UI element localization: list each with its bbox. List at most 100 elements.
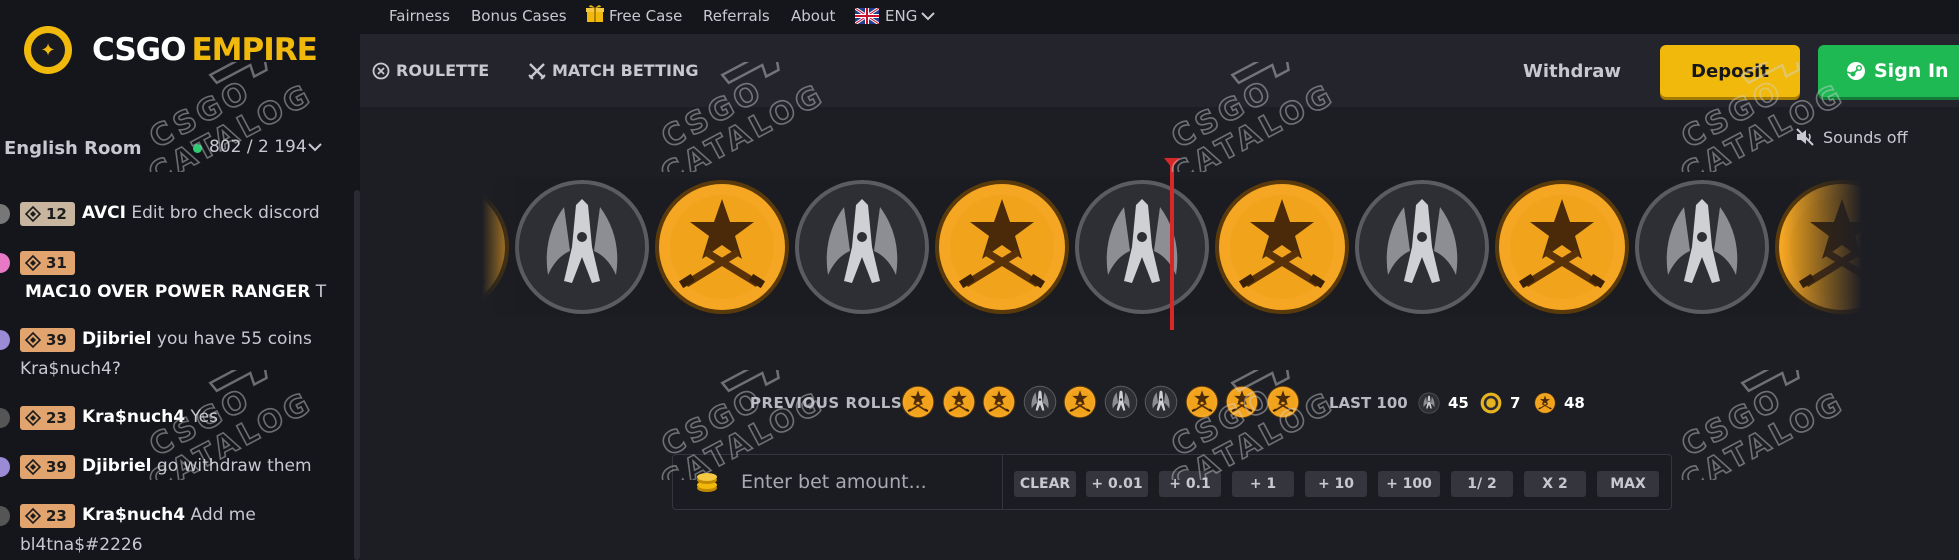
logo-word-1: CSGO <box>92 32 186 68</box>
t-coin-icon <box>652 177 792 317</box>
gift-icon <box>586 5 604 22</box>
close-circle-icon <box>372 62 390 79</box>
chat-username[interactable]: Djibriel <box>82 456 152 476</box>
online-status-icon <box>193 144 202 153</box>
nav-link-bonus-cases[interactable]: Bonus Cases <box>471 7 567 25</box>
level-badge: 23 <box>20 406 75 430</box>
crossed-swords-icon <box>528 62 546 80</box>
withdraw-button[interactable]: Withdraw <box>1523 61 1621 82</box>
ct-coin-icon <box>1023 385 1057 419</box>
online-count: 802 / 2 194 <box>209 137 307 157</box>
avatar[interactable] <box>0 204 10 224</box>
level-diamond-icon <box>25 206 41 222</box>
avatar[interactable] <box>0 253 10 273</box>
level-badge: 39 <box>20 328 75 352</box>
roulette-marker <box>1170 162 1174 330</box>
chat-username[interactable]: Kra$nuch4 <box>82 505 185 525</box>
avatar[interactable] <box>0 457 10 477</box>
coins-icon <box>697 473 717 492</box>
bet-amount-input[interactable] <box>741 465 991 499</box>
chat-username[interactable]: MAC10 OVER POWER RANGER <box>25 282 310 302</box>
level-diamond-icon <box>25 508 41 524</box>
match-betting-button[interactable]: MATCH BETTING <box>528 61 698 80</box>
last-100-t-count: 48 <box>1564 394 1585 412</box>
chevron-down-icon[interactable] <box>920 8 936 24</box>
steam-icon <box>1846 62 1865 80</box>
deposit-button[interactable]: Deposit <box>1660 45 1800 97</box>
t-coin-icon <box>942 385 976 419</box>
top-nav: Fairness Bonus Cases Free Case Referrals… <box>360 0 1959 34</box>
t-coin-icon <box>1063 385 1097 419</box>
bet-clear-button[interactable]: CLEAR <box>1014 471 1076 497</box>
level-badge: 23 <box>20 504 75 528</box>
level-diamond-icon <box>25 410 41 426</box>
header-bar: ROULETTE MATCH BETTING Withdraw Deposit … <box>360 34 1959 107</box>
last-100-bonus-count: 7 <box>1510 394 1521 412</box>
deposit-label: Deposit <box>1691 60 1769 82</box>
chat-username[interactable]: AVCI <box>82 203 126 223</box>
bet-add-100-button[interactable]: + 100 <box>1378 471 1440 497</box>
nav-link-fairness[interactable]: Fairness <box>389 7 450 25</box>
chat-sidebar: ✦ CSGO EMPIRE English Room 802 / 2 194 12… <box>0 0 360 560</box>
sounds-toggle[interactable]: Sounds off <box>1795 127 1908 147</box>
ct-coin-icon <box>1104 385 1138 419</box>
level-number: 23 <box>46 507 67 525</box>
chat-username[interactable]: Kra$nuch4 <box>82 407 185 427</box>
ct-coin-icon <box>1632 177 1772 317</box>
ct-coin-icon <box>1144 385 1178 419</box>
nav-link-about[interactable]: About <box>791 7 835 25</box>
t-coin-icon <box>1266 385 1300 419</box>
chevron-down-icon[interactable] <box>307 139 323 155</box>
t-coin-icon <box>1212 177 1352 317</box>
bet-half-button[interactable]: 1/ 2 <box>1451 471 1513 497</box>
uk-flag-icon <box>855 8 879 24</box>
site-logo[interactable]: ✦ CSGO EMPIRE <box>24 26 318 74</box>
chat-scrollbar[interactable] <box>354 190 360 560</box>
level-badge: 39 <box>20 455 75 479</box>
level-diamond-icon <box>25 255 41 271</box>
chat-text: Add me <box>190 505 256 525</box>
chat-text-continued: bl4tna$#2226 <box>20 535 143 555</box>
bet-add-0.1-button[interactable]: + 0.1 <box>1159 471 1221 497</box>
watermark <box>1642 370 1842 480</box>
chat-text-continued: Kra$nuch4? <box>20 359 121 379</box>
level-diamond-icon <box>25 459 41 475</box>
last-100-ct-count: 45 <box>1448 394 1469 412</box>
chat-room-selector[interactable]: English Room 802 / 2 194 <box>0 128 340 168</box>
bet-double-button[interactable]: X 2 <box>1524 471 1586 497</box>
t-coin-icon <box>982 385 1016 419</box>
roulette-label: ROULETTE <box>396 61 490 80</box>
bet-max-button[interactable]: MAX <box>1597 471 1659 497</box>
sign-in-label: Sign In <box>1874 60 1949 82</box>
avatar[interactable] <box>0 408 10 428</box>
t-coin-icon <box>932 177 1072 317</box>
chat-text: go withdraw them <box>156 456 312 476</box>
chat-username[interactable]: Djibriel <box>82 329 152 349</box>
sign-in-button[interactable]: Sign In <box>1818 45 1959 97</box>
ct-coin-icon <box>1352 177 1492 317</box>
language-selector[interactable]: ENG <box>885 7 917 25</box>
level-number: 12 <box>46 205 67 223</box>
t-coin-icon <box>1534 392 1556 414</box>
last-100-label: LAST 100 <box>1329 394 1408 412</box>
strip-fade-right <box>1782 177 1862 317</box>
logo-coin-icon: ✦ <box>24 26 72 74</box>
level-diamond-icon <box>25 332 41 348</box>
chat-text: Edit bro check discord <box>131 203 320 223</box>
nav-link-free-case[interactable]: Free Case <box>609 7 682 25</box>
bonus-coin-icon <box>1480 392 1502 414</box>
bet-add-10-button[interactable]: + 10 <box>1305 471 1367 497</box>
level-number: 39 <box>46 458 67 476</box>
avatar[interactable] <box>0 330 10 350</box>
avatar[interactable] <box>0 506 10 526</box>
bet-add-0.01-button[interactable]: + 0.01 <box>1086 471 1148 497</box>
logo-text: CSGO EMPIRE <box>92 32 318 68</box>
level-number: 39 <box>46 331 67 349</box>
chat-room-name: English Room <box>4 137 142 159</box>
bet-add-1-button[interactable]: + 1 <box>1232 471 1294 497</box>
roulette-button[interactable]: ROULETTE <box>372 61 489 80</box>
sounds-label: Sounds off <box>1823 127 1908 147</box>
logo-word-2: EMPIRE <box>191 32 317 68</box>
ct-coin-icon <box>1418 392 1440 414</box>
nav-link-referrals[interactable]: Referrals <box>703 7 770 25</box>
